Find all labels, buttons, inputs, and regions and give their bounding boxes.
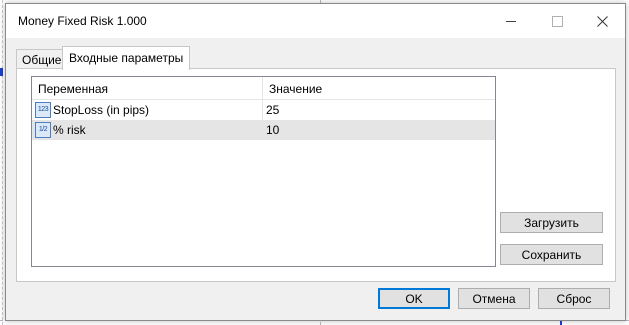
reset-button[interactable]: Сброс bbox=[538, 288, 610, 309]
parameter-name: StopLoss (in pips) bbox=[53, 103, 150, 117]
column-divider bbox=[262, 100, 263, 120]
minimize-button[interactable] bbox=[488, 4, 534, 38]
close-button[interactable] bbox=[579, 4, 625, 38]
column-divider bbox=[262, 120, 263, 140]
fraction-type-icon: 1/2 bbox=[35, 122, 51, 138]
cancel-button[interactable]: Отмена bbox=[458, 288, 530, 309]
load-button[interactable]: Загрузить bbox=[500, 212, 603, 233]
dialog-window: Money Fixed Risk 1.000 Общие Входные пар… bbox=[5, 3, 626, 321]
parameter-value[interactable]: 25 bbox=[266, 100, 486, 120]
save-button[interactable]: Сохранить bbox=[500, 244, 603, 265]
column-header-value[interactable]: Значение bbox=[263, 77, 495, 99]
tab-common[interactable]: Общие bbox=[16, 49, 63, 70]
window-title: Money Fixed Risk 1.000 bbox=[18, 14, 147, 28]
column-header-variable[interactable]: Переменная bbox=[32, 77, 263, 99]
minimize-icon bbox=[506, 20, 516, 22]
grid-header: Переменная Значение bbox=[32, 77, 495, 100]
chart-gridline bbox=[2, 0, 3, 325]
ok-button[interactable]: OK bbox=[378, 288, 450, 309]
tab-input-parameters[interactable]: Входные параметры bbox=[62, 46, 191, 70]
title-bar: Money Fixed Risk 1.000 bbox=[6, 4, 625, 38]
table-row[interactable]: 1/2 % risk 10 bbox=[32, 120, 495, 140]
parameters-grid: Переменная Значение 123 StopLoss (in pip… bbox=[31, 76, 496, 267]
chart-price-marker bbox=[0, 68, 3, 76]
maximize-icon bbox=[551, 15, 563, 27]
parameter-value[interactable]: 10 bbox=[266, 120, 486, 140]
table-row[interactable]: 123 StopLoss (in pips) 25 bbox=[32, 100, 495, 120]
number-type-icon: 123 bbox=[35, 102, 51, 118]
parameter-name: % risk bbox=[53, 123, 86, 137]
close-icon bbox=[596, 15, 608, 27]
maximize-button[interactable] bbox=[534, 4, 580, 38]
